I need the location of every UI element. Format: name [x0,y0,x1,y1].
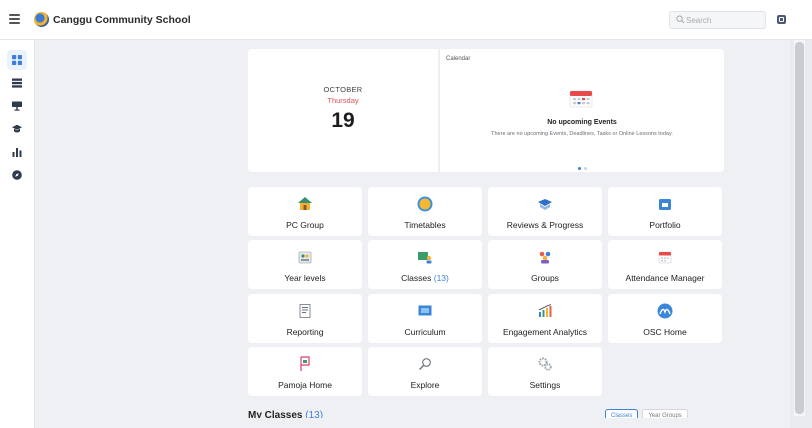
view-toggle: Classes Year Groups [605,409,688,418]
my-classes-heading: My Classes (13) [248,410,323,418]
curriculum-icon [418,305,432,316]
portfolio-icon [659,199,671,210]
menu-icon[interactable] [9,14,20,24]
carousel-dot-1[interactable] [578,167,581,170]
analytics-icon [12,148,22,157]
search-input[interactable] [686,12,764,28]
clock-icon [417,196,433,212]
tile-attendance-manager[interactable]: Attendance Manager [608,240,722,289]
tile-osc-home[interactable]: OSC Home [608,294,722,343]
calendar-empty-subtitle: There are no upcoming Events, Deadlines,… [491,131,673,137]
top-bar: Canggu Community School [0,0,812,40]
tile-reporting[interactable]: Reporting [248,294,362,343]
tile-portfolio[interactable]: Portfolio [608,187,722,236]
view-classes-button[interactable]: Classes [605,409,639,418]
classes-icon [418,252,432,264]
sidebar-item-courses[interactable] [7,119,27,139]
attendance-calendar-icon [658,251,672,264]
search-box[interactable] [669,11,766,29]
search-icon [676,15,685,24]
tile-year-levels[interactable]: Year levels [248,240,362,289]
house-icon [298,197,312,210]
tile-label: OSC Home [643,327,687,337]
year-levels-icon [298,251,312,264]
calendar-card: Calendar No upcoming Events There are no… [439,49,724,172]
sidebar-item-timetable[interactable] [7,73,27,93]
book-icon [538,199,552,210]
tile-label: Engagement Analytics [502,327,588,337]
sidebar-item-explore[interactable] [7,165,27,185]
tile-label: Year levels [284,273,326,283]
view-year-groups-button[interactable]: Year Groups [642,409,688,418]
dashboard-icon [12,55,22,65]
tile-pc-group[interactable]: PC Group [248,187,362,236]
date-weekday: Thursday [327,96,359,105]
carousel-dots [578,167,587,170]
calendar-label: Calendar [446,56,471,62]
groups-icon [539,251,551,264]
tile-label: Pamoja Home [278,380,332,390]
tile-label-text: Classes [401,273,432,283]
tile-reviews-progress[interactable]: Reviews & Progress [488,187,602,236]
tile-label: Explore [410,380,440,390]
tile-curriculum[interactable]: Curriculum [368,294,482,343]
my-classes-title: My Classes [248,410,303,418]
presentation-icon [12,101,22,111]
tile-label: Settings [529,380,561,390]
report-icon [299,304,311,318]
tile-label: Timetables [404,220,446,230]
date-day: 19 [331,109,355,132]
school-name[interactable]: Canggu Community School [53,14,191,26]
sidebar-item-dashboard[interactable] [7,50,27,70]
apps-icon[interactable] [777,15,786,24]
tile-explore[interactable]: Explore [368,347,482,396]
compass-icon [12,170,22,180]
carousel-dot-2[interactable] [584,167,587,170]
tile-groups[interactable]: Groups [488,240,602,289]
tile-label: Groups [531,273,559,283]
tile-label: Curriculum [404,327,446,337]
school-logo[interactable] [34,12,49,27]
empty-calendar-icon [569,90,593,108]
timetable-icon [12,78,22,88]
tile-timetables[interactable]: Timetables [368,187,482,236]
sidebar-item-analytics[interactable] [7,142,27,162]
tile-label: Reporting [286,327,324,337]
tile-label: Portfolio [649,220,681,230]
pamoja-icon [300,356,310,371]
graduation-cap-icon [12,124,22,133]
date-card: OCTOBER Thursday 19 [248,49,438,172]
engagement-chart-icon [538,304,552,317]
tile-engagement-analytics[interactable]: Engagement Analytics [488,294,602,343]
tile-label: Reviews & Progress [506,220,584,230]
classes-count: (13) [433,273,449,283]
tile-pamoja-home[interactable]: Pamoja Home [248,347,362,396]
tile-label: Classes (13) [368,273,482,283]
settings-gears-icon [538,357,552,371]
scrollbar-thumb[interactable] [795,42,804,414]
calendar-empty-title: No upcoming Events [547,119,617,126]
my-classes-count: (13) [305,410,324,418]
sidebar [0,40,35,428]
tile-classes[interactable]: Classes (13) [368,240,482,289]
tile-settings[interactable]: Settings [488,347,602,396]
tile-label: Attendance Manager [625,273,705,283]
osc-icon [657,303,673,319]
date-month: OCTOBER [323,85,363,94]
sidebar-item-presentation[interactable] [7,96,27,116]
viewport-bottom [35,418,790,428]
tile-label: PC Group [286,220,324,230]
explore-icon [419,358,431,370]
